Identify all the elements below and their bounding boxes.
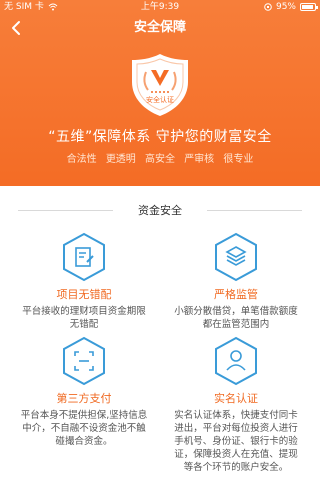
feature-tag: 很专业 (223, 154, 254, 165)
feature-tag: 合法性 (66, 154, 97, 165)
section-header: 资金安全 (0, 198, 320, 222)
item-desc: 平台接收的理财项目资金期限无错配 (22, 306, 146, 330)
badge-text: 安全认证 (146, 96, 174, 104)
feature-item-strict-regulation: 严格监管 小额分散借贷，单笔借款额度都在监管范围内 (166, 232, 306, 331)
feature-tag: 严审核 (184, 154, 215, 165)
divider (207, 210, 302, 211)
layers-icon (215, 232, 257, 282)
nav-bar: 安全保障 (0, 14, 320, 42)
item-title: 严格监管 (214, 288, 258, 301)
page-title: 安全保障 (133, 20, 186, 35)
hero-banner: 无 SIM 卡 上午9:39 95% 安全保障 安全认证 “五维”保障体系 守护… (0, 0, 320, 186)
item-title: 项目无错配 (56, 288, 112, 301)
feature-tag: 更透明 (105, 154, 136, 165)
feature-item-no-mismatch: 项目无错配 平台接收的理财项目资金期限无错配 (14, 232, 154, 331)
item-desc: 小额分散借贷，单笔借款额度都在监管范围内 (174, 306, 298, 330)
item-title: 实名认证 (214, 392, 258, 405)
battery-icon (300, 3, 318, 11)
user-icon (215, 336, 257, 386)
battery-percent: 95% (275, 2, 296, 12)
item-desc: 实名认证体系，快捷支付同卡进出，平台对每位投资人进行手机号、身份证、银行卡的验证… (174, 410, 298, 473)
security-badge: 安全认证 (124, 52, 196, 118)
back-button[interactable] (6, 16, 28, 40)
feature-item-third-party-payment: 第三方支付 平台本身不提供担保,坚持信息中介，不自融不设资金池不触碰撮合资金。 (14, 336, 154, 448)
feature-tags: 合法性 更透明 高安全 严审核 很专业 (0, 150, 320, 165)
scan-icon (63, 336, 105, 386)
shield-icon (132, 54, 188, 116)
chevron-left-icon (12, 21, 20, 35)
battery-level-fill (302, 5, 314, 9)
lock-rotation-icon (264, 3, 272, 11)
feature-tag: 高安全 (145, 154, 175, 165)
item-title: 第三方支付 (56, 392, 112, 405)
status-bar: 无 SIM 卡 上午9:39 95% (0, 0, 320, 14)
slogan: “五维”保障体系 守护您的财富安全 (48, 129, 272, 145)
item-desc: 平台本身不提供担保,坚持信息中介，不自融不设资金池不触碰撮合资金。 (20, 410, 148, 447)
feature-item-real-name-auth: 实名认证 实名认证体系，快捷支付同卡进出，平台对每位投资人进行手机号、身份证、银… (166, 336, 306, 474)
status-right: 95% (264, 0, 318, 14)
document-edit-icon (63, 232, 105, 282)
